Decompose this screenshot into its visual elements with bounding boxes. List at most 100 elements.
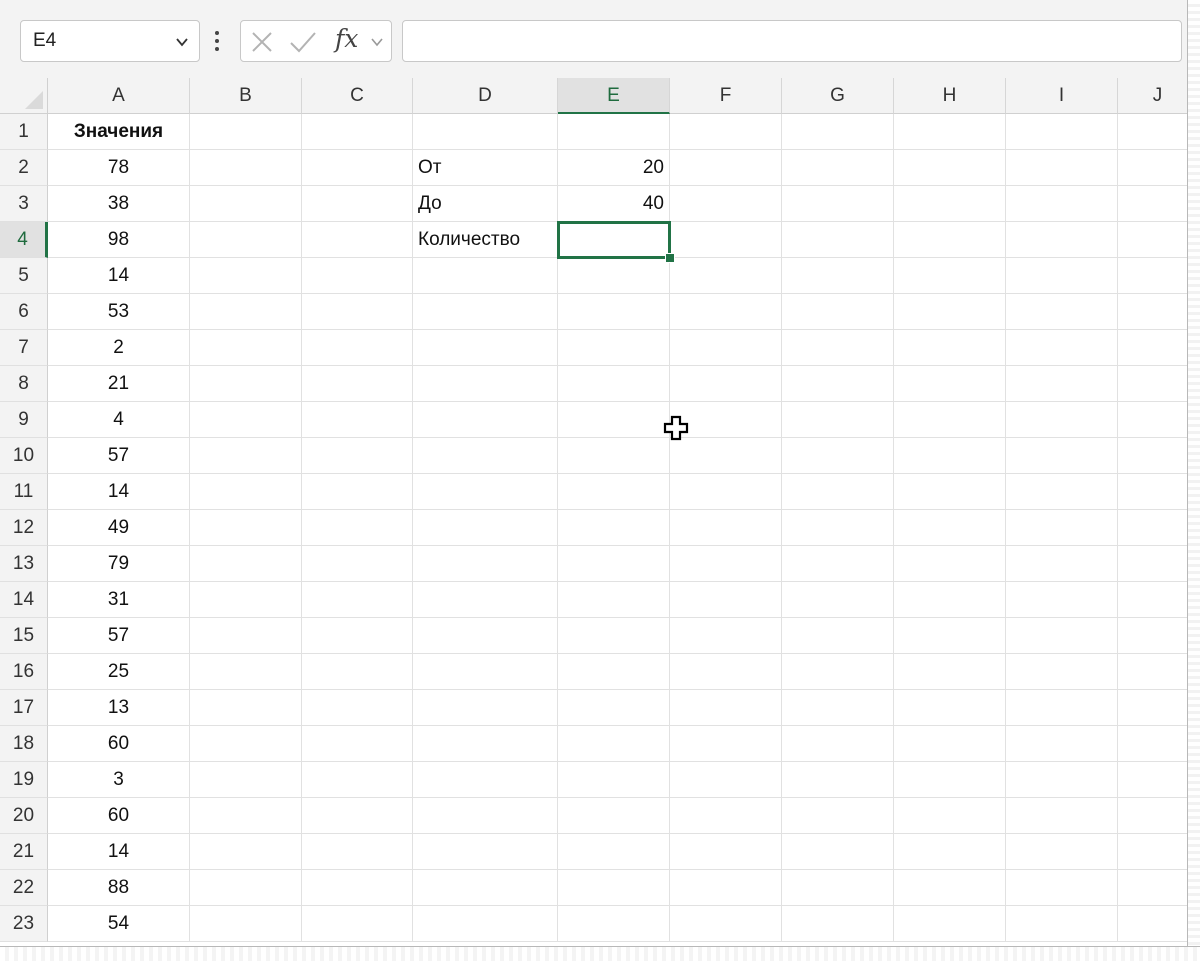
cell-c18[interactable] [302,726,413,762]
cell-e11[interactable] [558,474,670,510]
cell-g5[interactable] [782,258,894,294]
cell-f5[interactable] [670,258,782,294]
cell-c23[interactable] [302,906,413,942]
cell-e12[interactable] [558,510,670,546]
cell-j2[interactable] [1118,150,1198,186]
cell-e23[interactable] [558,906,670,942]
cell-h23[interactable] [894,906,1006,942]
row-header-16[interactable]: 16 [0,654,48,690]
cell-h18[interactable] [894,726,1006,762]
cell-i5[interactable] [1006,258,1118,294]
cell-h10[interactable] [894,438,1006,474]
column-header-e[interactable]: E [558,78,670,114]
cell-h3[interactable] [894,186,1006,222]
cell-j18[interactable] [1118,726,1198,762]
cell-b18[interactable] [190,726,302,762]
row-header-9[interactable]: 9 [0,402,48,438]
cell-e18[interactable] [558,726,670,762]
cell-g15[interactable] [782,618,894,654]
cell-j8[interactable] [1118,366,1198,402]
row-header-3[interactable]: 3 [0,186,48,222]
column-header-b[interactable]: B [190,78,302,114]
cell-c7[interactable] [302,330,413,366]
cell-g14[interactable] [782,582,894,618]
cell-c2[interactable] [302,150,413,186]
cell-h5[interactable] [894,258,1006,294]
row-header-2[interactable]: 2 [0,150,48,186]
cell-j12[interactable] [1118,510,1198,546]
cell-b16[interactable] [190,654,302,690]
cell-b7[interactable] [190,330,302,366]
cell-h19[interactable] [894,762,1006,798]
cell-c20[interactable] [302,798,413,834]
cell-f17[interactable] [670,690,782,726]
cell-h1[interactable] [894,114,1006,150]
cell-g7[interactable] [782,330,894,366]
cell-b6[interactable] [190,294,302,330]
cell-c1[interactable] [302,114,413,150]
row-header-8[interactable]: 8 [0,366,48,402]
cell-a18[interactable]: 60 [48,726,190,762]
cell-f18[interactable] [670,726,782,762]
row-header-10[interactable]: 10 [0,438,48,474]
cell-e22[interactable] [558,870,670,906]
cell-c19[interactable] [302,762,413,798]
cell-d20[interactable] [413,798,558,834]
cell-a23[interactable]: 54 [48,906,190,942]
cell-i7[interactable] [1006,330,1118,366]
row-header-4[interactable]: 4 [0,222,48,258]
cell-a14[interactable]: 31 [48,582,190,618]
cell-f20[interactable] [670,798,782,834]
cell-c8[interactable] [302,366,413,402]
cell-h12[interactable] [894,510,1006,546]
cell-j11[interactable] [1118,474,1198,510]
cell-a3[interactable]: 38 [48,186,190,222]
row-header-12[interactable]: 12 [0,510,48,546]
cell-d21[interactable] [413,834,558,870]
cell-j17[interactable] [1118,690,1198,726]
cell-e5[interactable] [558,258,670,294]
cell-i8[interactable] [1006,366,1118,402]
cell-g21[interactable] [782,834,894,870]
cell-c12[interactable] [302,510,413,546]
cell-i2[interactable] [1006,150,1118,186]
cell-c11[interactable] [302,474,413,510]
cell-b20[interactable] [190,798,302,834]
row-header-22[interactable]: 22 [0,870,48,906]
cell-i20[interactable] [1006,798,1118,834]
cell-a7[interactable]: 2 [48,330,190,366]
cell-e19[interactable] [558,762,670,798]
cell-f22[interactable] [670,870,782,906]
cell-g23[interactable] [782,906,894,942]
cell-b23[interactable] [190,906,302,942]
cell-a15[interactable]: 57 [48,618,190,654]
cell-e21[interactable] [558,834,670,870]
cell-e16[interactable] [558,654,670,690]
cell-b14[interactable] [190,582,302,618]
cell-a1[interactable]: Значения [48,114,190,150]
cell-f13[interactable] [670,546,782,582]
cell-a12[interactable]: 49 [48,510,190,546]
cell-c10[interactable] [302,438,413,474]
cell-e8[interactable] [558,366,670,402]
cell-h11[interactable] [894,474,1006,510]
cell-a21[interactable]: 14 [48,834,190,870]
cell-d5[interactable] [413,258,558,294]
cell-h20[interactable] [894,798,1006,834]
cell-h4[interactable] [894,222,1006,258]
cell-i4[interactable] [1006,222,1118,258]
cell-e6[interactable] [558,294,670,330]
cell-a6[interactable]: 53 [48,294,190,330]
cell-j7[interactable] [1118,330,1198,366]
cell-j3[interactable] [1118,186,1198,222]
cell-c16[interactable] [302,654,413,690]
cell-j15[interactable] [1118,618,1198,654]
row-header-13[interactable]: 13 [0,546,48,582]
name-box[interactable]: E4 [20,20,200,62]
cell-e15[interactable] [558,618,670,654]
cell-b21[interactable] [190,834,302,870]
cell-f3[interactable] [670,186,782,222]
cell-d13[interactable] [413,546,558,582]
cell-f23[interactable] [670,906,782,942]
cell-i1[interactable] [1006,114,1118,150]
